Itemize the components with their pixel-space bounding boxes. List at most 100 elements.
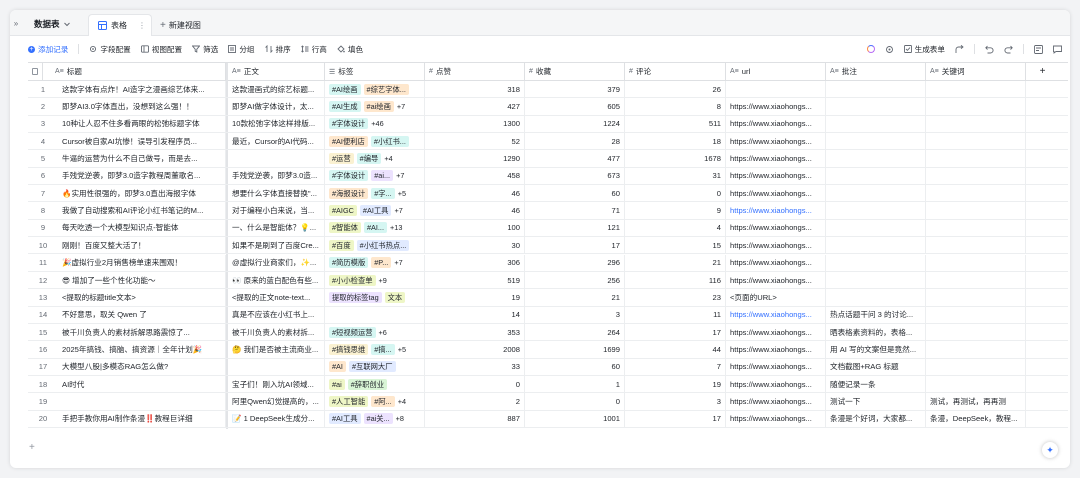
body-cell[interactable]	[228, 150, 325, 167]
note-cell[interactable]: 随便记录一条	[826, 375, 926, 393]
body-cell[interactable]: @虚拟行业商家们，✨...	[228, 254, 325, 271]
title-cell[interactable]: 🔥实用性很强的，即梦3.0直出海报字体	[58, 185, 226, 202]
comments-cell[interactable]: 17	[625, 410, 726, 427]
table-row[interactable]: 20 手把手教你用AI制作条漫‼️教程巨详细 📝 1 DeepSeek生成分... #…	[28, 410, 1068, 428]
tags-cell[interactable]: #海报设计 #字... +5	[325, 185, 425, 202]
column-header-url[interactable]: A≡ url	[726, 63, 826, 80]
tags-cell[interactable]: #短视频运营 +6	[325, 323, 425, 341]
favorites-cell[interactable]: 17	[525, 237, 625, 254]
favorites-cell[interactable]: 296	[525, 254, 625, 271]
keywords-cell[interactable]	[926, 185, 1026, 202]
keywords-cell[interactable]: 测试，再测试，再再测	[926, 393, 1026, 410]
tags-cell[interactable]: #AI生成 #ai绘画 +7	[325, 98, 425, 115]
table-row[interactable]: 7 🔥实用性很强的，即梦3.0直出海报字体 想要什么字体直接替换"... #海报设计 #…	[28, 185, 1068, 203]
tags-cell[interactable]: #小小检查单 +9	[325, 271, 425, 289]
table-row[interactable]: 8 我做了自动搜索和AI评论小红书笔记的M... 对于编程小白来说，当... #AIG…	[28, 202, 1068, 220]
tags-cell[interactable]: #人工智能 #阿... +4	[325, 393, 425, 410]
likes-cell[interactable]: 887	[425, 410, 525, 427]
column-header-keywords[interactable]: A≡ 关键词	[926, 63, 1026, 80]
title-cell[interactable]	[58, 393, 226, 410]
tags-cell[interactable]	[325, 306, 425, 323]
title-cell[interactable]: 2025年搞钱、搞脑、搞资源｜全年计划🎉	[58, 341, 226, 358]
title-cell[interactable]: 即梦AI3.0字体直出，没想到这么强！！	[58, 98, 226, 115]
likes-cell[interactable]: 318	[425, 81, 525, 98]
favorites-cell[interactable]: 256	[525, 271, 625, 289]
keywords-cell[interactable]	[926, 306, 1026, 323]
select-all-cell[interactable]	[28, 63, 43, 80]
body-cell[interactable]: 宝子们！刚入坑AI领域...	[228, 375, 325, 393]
note-cell[interactable]	[826, 254, 926, 271]
body-cell[interactable]: 10款松弛字体这样排版...	[228, 115, 325, 133]
title-cell[interactable]: 手残党逆袭，即梦3.0造字教程周董歌名...	[58, 167, 226, 185]
tags-cell[interactable]: #简历模版 #P... +7	[325, 254, 425, 271]
likes-cell[interactable]: 46	[425, 185, 525, 202]
tags-cell[interactable]: #AI工具 #ai关... +8	[325, 410, 425, 427]
table-row[interactable]: 15 被千川负责人的素材拆解思路震惊了... 被千川负责人的素材拆... #短视频运营…	[28, 323, 1068, 342]
likes-cell[interactable]: 1290	[425, 150, 525, 167]
title-cell[interactable]: 手把手教你用AI制作条漫‼️教程巨详细	[58, 410, 226, 427]
url-cell[interactable]: https://www.xiaohongs...	[726, 306, 826, 323]
keywords-cell[interactable]	[926, 219, 1026, 237]
url-cell[interactable]: https://www.xiaohongs...	[726, 341, 826, 358]
body-cell[interactable]: 想要什么字体直接替换"...	[228, 185, 325, 202]
likes-cell[interactable]: 2	[425, 393, 525, 410]
ai-assistant-icon[interactable]	[866, 45, 875, 53]
favorites-cell[interactable]: 1699	[525, 341, 625, 358]
note-cell[interactable]: 文档截图+RAG 标题	[826, 358, 926, 375]
group-button[interactable]: 分组	[228, 44, 255, 55]
tags-cell[interactable]: #搞钱思维 #搞... +5	[325, 341, 425, 358]
keywords-cell[interactable]	[926, 341, 1026, 358]
note-cell[interactable]	[826, 115, 926, 133]
note-cell[interactable]	[826, 167, 926, 185]
keywords-cell[interactable]	[926, 150, 1026, 167]
likes-cell[interactable]: 33	[425, 358, 525, 375]
url-cell[interactable]: https://www.xiaohongs...	[726, 410, 826, 427]
comments-cell[interactable]: 0	[625, 185, 726, 202]
table-row[interactable]: 16 2025年搞钱、搞脑、搞资源｜全年计划🎉 🤔 我们是否被主流商业... #搞钱思…	[28, 341, 1068, 359]
favorites-cell[interactable]: 264	[525, 323, 625, 341]
url-cell[interactable]: https://www.xiaohongs...	[726, 323, 826, 341]
title-cell[interactable]: 这款字体有点炸！AI造字之漫画综艺体来...	[58, 81, 226, 98]
url-cell[interactable]	[726, 81, 826, 98]
keywords-cell[interactable]	[926, 98, 1026, 115]
body-cell[interactable]: 最近，Cursor的AI代码...	[228, 133, 325, 150]
note-cell[interactable]	[826, 219, 926, 237]
keywords-cell[interactable]	[926, 375, 1026, 393]
favorites-cell[interactable]: 605	[525, 98, 625, 115]
tags-cell[interactable]: #AIGC #AI工具 +7	[325, 202, 425, 219]
table-row[interactable]: 19 阿里Qwen幻觉提高的，... #人工智能 #阿... +4 2 0 3 https://…	[28, 393, 1068, 411]
note-cell[interactable]: 晒表格素资料的，表格...	[826, 323, 926, 341]
favorites-cell[interactable]: 477	[525, 150, 625, 167]
body-cell[interactable]: 👀 原来的蓝白配色有些...	[228, 271, 325, 289]
favorites-cell[interactable]: 71	[525, 202, 625, 219]
column-header-likes[interactable]: # 点赞	[425, 63, 525, 80]
note-cell[interactable]: 热点话题干问 3 的讨论...	[826, 306, 926, 323]
tags-cell[interactable]: #运营 #编导 +4	[325, 150, 425, 167]
url-cell[interactable]: https://www.xiaohongs...	[726, 237, 826, 254]
likes-cell[interactable]: 2008	[425, 341, 525, 358]
url-cell[interactable]: https://www.xiaohongs...	[726, 98, 826, 115]
comments-cell[interactable]: 23	[625, 289, 726, 306]
comments-cell[interactable]: 15	[625, 237, 726, 254]
likes-cell[interactable]: 0	[425, 375, 525, 393]
tags-cell[interactable]: #百度 #小红书热点...	[325, 237, 425, 254]
table-row[interactable]: 1 这款字体有点炸！AI造字之漫画综艺体来... 这款漫画式的综艺标题... #AI绘…	[28, 81, 1068, 99]
title-cell[interactable]: 🎉虚拟行业2月销售榜单速来围观！	[58, 254, 226, 271]
likes-cell[interactable]: 353	[425, 323, 525, 341]
column-header-comments[interactable]: # 评论	[625, 63, 726, 80]
table-row[interactable]: 12 😎 增加了一些个性化功能～ 👀 原来的蓝白配色有些... #小小检查单 +9 519…	[28, 271, 1068, 290]
table-row[interactable]: 13 <提取的标题title文本> <提取的正文note-text... 提取的标签t…	[28, 289, 1068, 307]
table-row[interactable]: 14 不好意思，取关 Qwen 了真是不应该在小红书上... 14 3 11 https:…	[28, 306, 1068, 324]
title-cell[interactable]: 大模型八股|多模态RAG怎么做?	[58, 358, 226, 375]
comment-icon[interactable]	[1053, 45, 1062, 54]
likes-cell[interactable]: 458	[425, 167, 525, 185]
title-cell[interactable]: 我做了自动搜索和AI评论小红书笔记的M...	[58, 202, 226, 219]
tab-grid-view[interactable]: 表格 ⋮	[88, 14, 152, 36]
note-cell[interactable]	[826, 150, 926, 167]
table-row[interactable]: 4 Cursor被自家AI坑惨！误导引发程序员... 最近，Cursor的AI代码.…	[28, 133, 1068, 151]
likes-cell[interactable]: 46	[425, 202, 525, 219]
redo-icon[interactable]	[1004, 45, 1013, 54]
favorites-cell[interactable]: 1224	[525, 115, 625, 133]
keywords-cell[interactable]	[926, 202, 1026, 219]
title-cell[interactable]: AI时代	[58, 375, 226, 393]
